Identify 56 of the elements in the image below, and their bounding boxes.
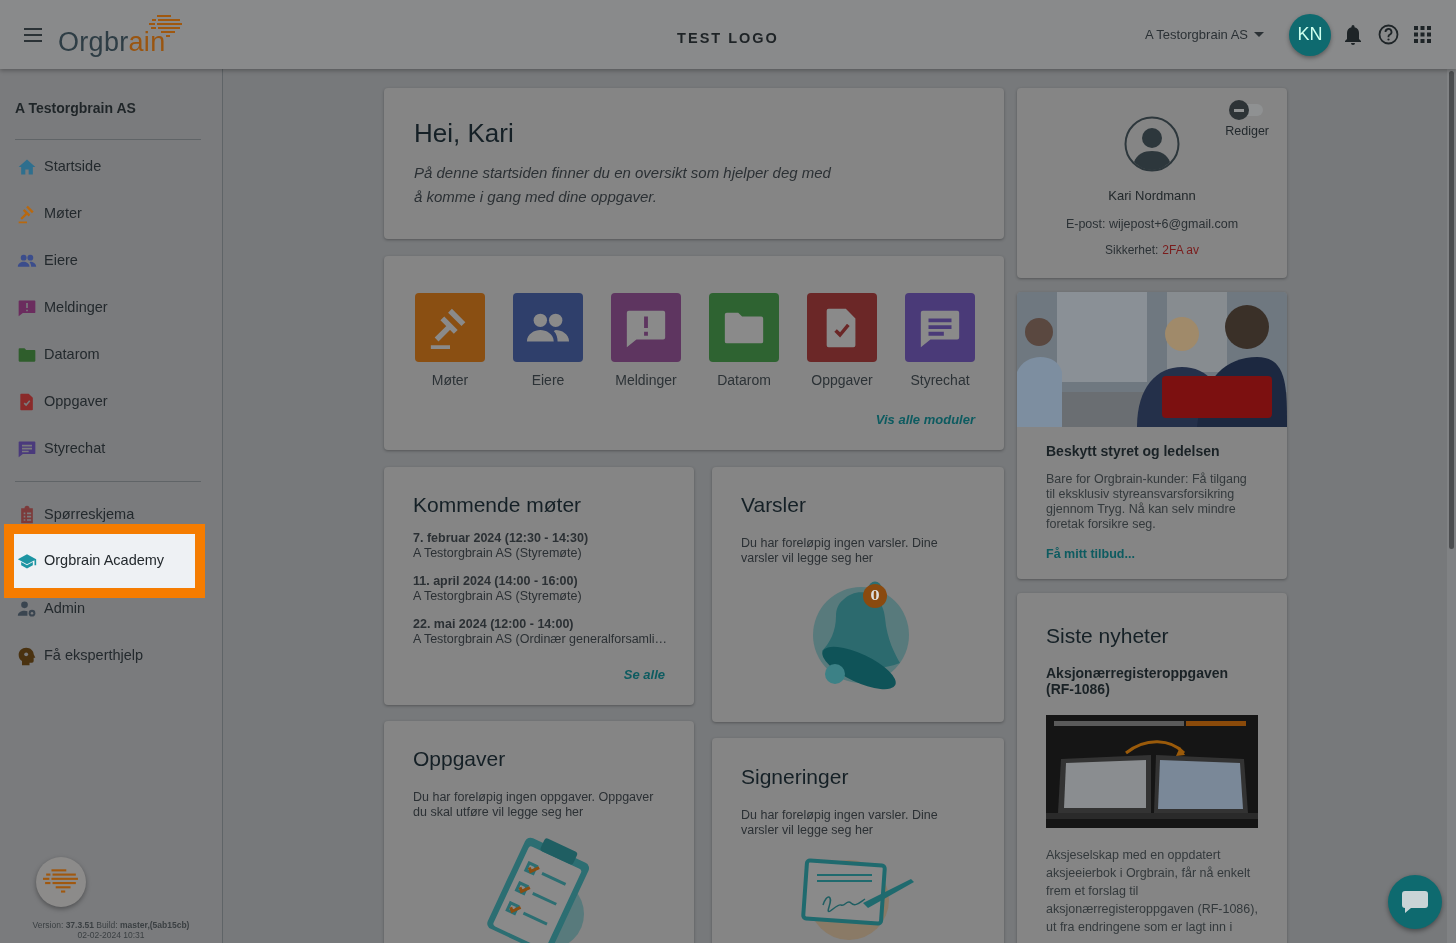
card-text: Du har foreløpig ingen oppgaver. Oppgaver du skal utføre vil legge seg her	[413, 790, 655, 821]
help-icon[interactable]	[1378, 24, 1399, 45]
card-text: Du har foreløpig ingen varsler. Dine varsler vil legge seg her	[741, 536, 939, 567]
promo-text: Bare for Orgbrain-kunder: Få tilgang til eksklusiv styreansvarsforsikring gjennom Tryg. Nå kan selv mindre foretak forsikre seg.	[1046, 472, 1248, 533]
logo-text: Orgbrain	[58, 28, 166, 56]
card-title: Kommende møter	[413, 492, 583, 518]
meeting-description: A Testorgbrain AS (Ordinær generalforsamli…	[413, 632, 665, 648]
organization-name: A Testorgbrain AS	[14, 99, 137, 119]
card-text: Du har foreløpig ingen varsler. Dine varsler vil legge seg her	[741, 808, 939, 839]
sidebar-item[interactable]: Styrechat	[14, 425, 195, 473]
meeting-date: 7. februar 2024 (12:30 - 14:30)	[413, 531, 590, 547]
gavel-icon	[17, 203, 37, 224]
welcome-text: På denne startsiden finner du en oversikt som hjelper deg med å komme i gang med dine oppgaver.	[414, 163, 832, 208]
user-email: E-post: wijepost+6@gmail.com	[1065, 215, 1239, 233]
article-title: Aksjonærregisteroppgaven (RF-1086)	[1046, 665, 1230, 698]
sidebar-item[interactable]: Møter	[14, 190, 195, 238]
chat-icon	[1401, 889, 1429, 915]
build-date: 02-02-2024 10:31	[77, 931, 145, 941]
welcome-title: Hei, Kari	[414, 118, 515, 150]
sidebar-item[interactable]: Få eksperthjelp	[14, 632, 195, 680]
user-name: Kari Nordmann	[1108, 187, 1196, 206]
organization-dropdown[interactable]: A Testorgbrain AS	[1144, 24, 1264, 45]
sidebar-item[interactable]: Datarom	[14, 331, 195, 379]
scrollbar-thumb[interactable]	[1449, 71, 1454, 550]
card-title: Varsler	[741, 492, 807, 518]
edit-label: Rediger	[1225, 123, 1269, 141]
header-title: TEST LOGO	[677, 29, 779, 48]
meeting-description: A Testorgbrain AS (Styremøte)	[413, 589, 583, 605]
version-text: Version: 37.3.51 Build: master,(5ab15cb)	[32, 921, 190, 932]
scrollbar[interactable]	[1447, 69, 1456, 943]
chat-button[interactable]	[1388, 875, 1442, 929]
promo-title: Beskytt styret og ledelsen	[1046, 442, 1221, 462]
minus-icon	[1234, 108, 1245, 112]
meeting-date: 22. mai 2024 (12:00 - 14:00)	[413, 617, 575, 633]
user-avatar[interactable]: KN	[1289, 13, 1331, 56]
sidebar-item[interactable]: Eiere	[14, 237, 195, 285]
card-title: Signeringer	[741, 764, 850, 790]
security-status: 2FA av	[1162, 242, 1200, 260]
meeting-description: A Testorgbrain AS (Styremøte)	[413, 546, 583, 562]
caret-icon	[1254, 31, 1264, 38]
head-gear-icon	[17, 645, 37, 666]
all-modules-link[interactable]: Vis alle moduler	[875, 412, 975, 428]
alert-count-badge: 0	[863, 584, 887, 609]
sidebar-item[interactable]: Oppgaver	[14, 378, 195, 426]
card-title: Oppgaver	[413, 746, 507, 772]
meeting-date: 11. april 2024 (14:00 - 16:00)	[413, 574, 579, 590]
bell-icon[interactable]	[1343, 23, 1363, 46]
menu-icon	[24, 28, 42, 43]
news-title: Siste nyheter	[1046, 623, 1170, 649]
sidebar-item[interactable]: Meldinger	[14, 284, 195, 332]
offer-link[interactable]: Få mitt tilbud...	[1046, 545, 1135, 564]
security-label: Sikkerhet:	[1104, 242, 1159, 260]
apps-grid-icon[interactable]	[1414, 26, 1431, 43]
see-all-link[interactable]: Se alle	[623, 667, 665, 683]
user-avatar-icon	[1124, 116, 1180, 173]
sidebar-item[interactable]: Startside	[14, 143, 195, 191]
